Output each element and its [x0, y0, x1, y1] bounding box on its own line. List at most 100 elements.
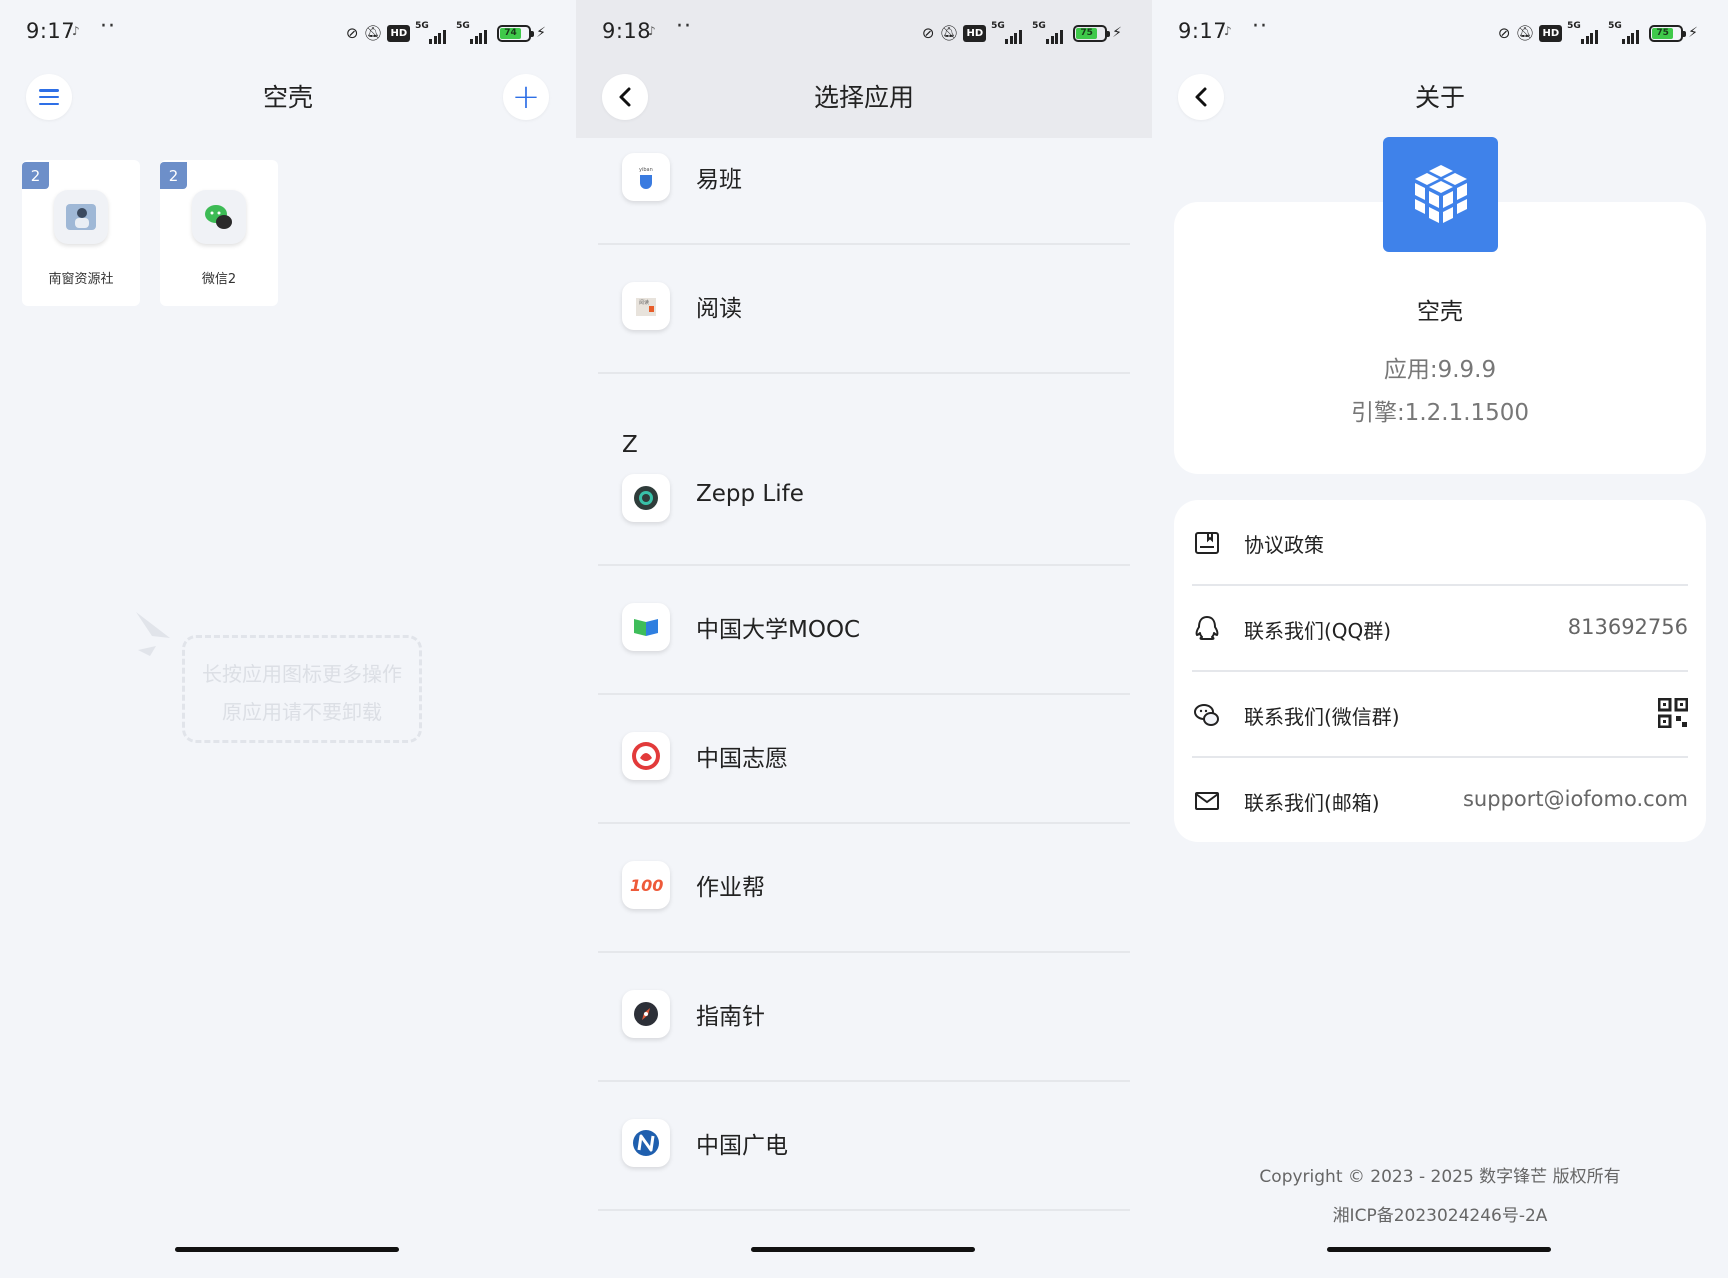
status-bar: 9:18 ♪ ·· ⊘ 🔕︎ HD 5G 5G 75 ⚡︎ [576, 0, 1152, 66]
app-name: 易班 [696, 167, 742, 193]
qq-icon [1192, 614, 1222, 644]
app-list-item[interactable]: 中国广电 [598, 1082, 1130, 1211]
row-label: 联系我们(QQ群) [1244, 619, 1392, 643]
charging-icon: ⚡︎ [1112, 25, 1122, 41]
mute-icon: 🔕︎ [939, 24, 959, 42]
app-list-item[interactable]: yiban 易班 [598, 116, 1130, 245]
plus-icon: + [511, 77, 541, 117]
home-screen: 9:17 ♪ ·· ⊘ 🔕︎ HD 5G 5G 74 ⚡︎ 空壳 + 2 南窗资… [0, 0, 576, 1278]
status-bar: 9:17 ♪ ·· ⊘ 🔕︎ HD 5G 5G 74 ⚡︎ [0, 0, 576, 66]
app-version: 应用:9.9.9 [1383, 357, 1497, 383]
hd-icon: HD [963, 24, 987, 42]
instance-count-badge: 2 [160, 162, 187, 189]
volunteer-icon [622, 732, 670, 780]
home-indicator[interactable] [1327, 1247, 1551, 1252]
status-time: 9:18 [602, 19, 652, 43]
svg-text:100: 100 [630, 876, 663, 895]
more-notifications-icon: ·· [676, 14, 692, 39]
empty-hint: 长按应用图标更多操作 原应用请不要卸载 [182, 635, 422, 743]
app-name: 中国大学MOOC [696, 617, 861, 643]
app-name: 指南针 [696, 1004, 765, 1030]
paper-plane-icon [136, 612, 170, 656]
document-icon [1192, 528, 1222, 558]
mooc-icon [622, 603, 670, 651]
status-time: 9:17 [1178, 19, 1228, 43]
app-list-item[interactable]: 阅读 阅读 [598, 245, 1130, 374]
home-indicator[interactable] [175, 1247, 399, 1252]
zuoyebang-icon: 100 [622, 861, 670, 909]
signal-icon: 5G [456, 21, 492, 44]
signal-icon: 5G [415, 21, 451, 44]
add-button[interactable]: + [503, 74, 549, 120]
status-bar: 9:17 ♪ ·· ⊘ 🔕︎ HD 5G 5G 75 ⚡︎ [1152, 0, 1728, 66]
qr-code-icon[interactable] [1657, 697, 1689, 733]
copyright-text: Copyright © 2023 - 2025 数字锋芒 版权所有 [1259, 1167, 1621, 1187]
app-list-item[interactable]: 100 作业帮 [598, 824, 1130, 953]
mute-icon: 🔕︎ [363, 24, 383, 42]
svg-text:阅读: 阅读 [639, 299, 649, 306]
link-icon: ⊘ [921, 24, 935, 42]
hd-icon: HD [387, 24, 411, 42]
link-icon: ⊘ [345, 24, 359, 42]
qq-group-row[interactable]: 联系我们(QQ群) 813692756 [1192, 586, 1688, 672]
app-name: 作业帮 [696, 875, 765, 901]
hint-line-1: 长按应用图标更多操作 [202, 662, 402, 686]
hd-icon: HD [1539, 24, 1563, 42]
row-label: 联系我们(微信群) [1244, 705, 1400, 729]
hint-line-2: 原应用请不要卸载 [222, 700, 382, 724]
app-name: 中国广电 [696, 1133, 788, 1159]
status-time: 9:17 [26, 19, 76, 43]
app-list-item[interactable]: 中国大学MOOC [598, 566, 1130, 695]
row-label: 协议政策 [1244, 533, 1324, 557]
page-title: 关于 [1414, 83, 1465, 112]
app-label: 南窗资源社 [48, 272, 114, 287]
charging-icon: ⚡︎ [1688, 25, 1698, 41]
read-icon: 阅读 [622, 282, 670, 330]
signal-icon: 5G [1567, 21, 1603, 44]
support-email[interactable]: support@iofomo.com [1463, 787, 1688, 811]
signal-icon: 5G [1608, 21, 1644, 44]
app-list-item[interactable]: 中国志愿 [598, 695, 1130, 824]
select-app-screen: 9:18 ♪ ·· ⊘ 🔕︎ HD 5G 5G 75 ⚡︎ 选择应用 yiban… [576, 0, 1152, 1278]
app-tile-nanchuang[interactable]: 2 南窗资源社 [22, 160, 140, 306]
battery-icon: 74 [497, 24, 535, 42]
wechat-icon [192, 190, 246, 244]
signal-icon: 5G [1032, 21, 1068, 44]
qq-group-number: 813692756 [1567, 615, 1688, 639]
app-logo [1383, 137, 1498, 252]
link-icon: ⊘ [1497, 24, 1511, 42]
more-notifications-icon: ·· [100, 14, 116, 39]
signal-icon: 5G [991, 21, 1027, 44]
battery-icon: 75 [1649, 24, 1687, 42]
home-indicator[interactable] [751, 1247, 975, 1252]
app-name: Zepp Life [696, 481, 804, 507]
battery-icon: 75 [1073, 24, 1111, 42]
app-list-item[interactable]: Zepp Life [598, 437, 1130, 566]
icp-number[interactable]: 湘ICP备2023024246号-2A [1152, 1201, 1728, 1226]
app-tile-wechat2[interactable]: 2 微信2 [160, 160, 278, 306]
email-row[interactable]: 联系我们(邮箱) support@iofomo.com [1192, 758, 1688, 844]
mail-icon [1192, 786, 1222, 816]
row-label: 联系我们(邮箱) [1244, 791, 1380, 815]
links-card: 协议政策 联系我们(QQ群) 813692756 联系我们(微信群) 联系我们(… [1174, 500, 1706, 842]
charging-icon: ⚡︎ [536, 25, 546, 41]
engine-version: 引擎:1.2.1.1500 [1350, 400, 1530, 426]
compass-icon [622, 990, 670, 1038]
mute-icon: 🔕︎ [1515, 24, 1535, 42]
policy-row[interactable]: 协议政策 [1192, 500, 1688, 586]
app-list-item[interactable]: 指南针 [598, 953, 1130, 1082]
app-name: 阅读 [696, 296, 742, 322]
svg-text:yiban: yiban [639, 167, 653, 173]
app-icon [54, 190, 108, 244]
wechat-group-row[interactable]: 联系我们(微信群) [1192, 672, 1689, 758]
app-label: 微信2 [201, 272, 237, 287]
notification-icon: ♪ [72, 24, 80, 38]
cube-logo-icon [1414, 164, 1467, 223]
zepp-life-icon [622, 474, 670, 522]
app-name: 空壳 [1417, 299, 1463, 325]
yiban-icon: yiban [622, 153, 670, 201]
app-name: 中国志愿 [696, 746, 788, 772]
notification-icon: ♪ [648, 24, 656, 38]
wechat-icon [1192, 700, 1222, 730]
header: 空壳 + [0, 66, 576, 128]
